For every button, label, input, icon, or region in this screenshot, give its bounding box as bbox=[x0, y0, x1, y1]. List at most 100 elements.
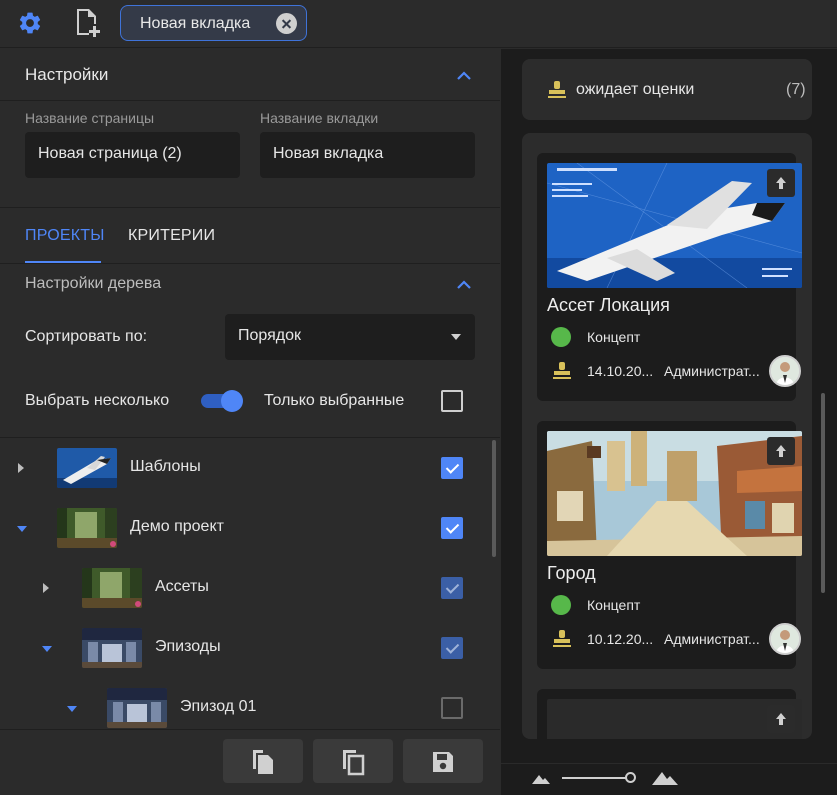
sort-value: Порядок bbox=[238, 327, 302, 344]
tab-criteria[interactable]: КРИТЕРИИ bbox=[128, 227, 215, 245]
tree-footer bbox=[0, 729, 500, 795]
asset-card[interactable]: Город Концепт 10.12.20... Администрат... bbox=[537, 421, 802, 669]
collapse-arrow-icon[interactable] bbox=[67, 706, 77, 712]
copy-icon bbox=[343, 750, 365, 776]
settings-title: Настройки bbox=[25, 65, 109, 84]
multi-select-toggle[interactable] bbox=[201, 390, 245, 412]
avatar[interactable] bbox=[769, 355, 801, 387]
arrow-up-icon bbox=[776, 713, 786, 725]
save-button[interactable] bbox=[403, 739, 483, 783]
caret-down-icon bbox=[451, 334, 461, 340]
tree-row[interactable]: Эпизод 01 bbox=[0, 678, 500, 729]
tree-settings-title: Настройки дерева bbox=[25, 275, 162, 292]
zoom-control bbox=[501, 763, 837, 795]
tree-scrollbar[interactable] bbox=[492, 440, 496, 557]
tree-item-checkbox[interactable] bbox=[441, 577, 463, 599]
tree-row[interactable]: Ассеты bbox=[0, 558, 500, 618]
stamp-icon bbox=[553, 630, 571, 647]
collapse-arrow-icon[interactable] bbox=[42, 646, 52, 652]
zoom-in-icon[interactable] bbox=[651, 768, 679, 786]
tab-new[interactable]: Новая вкладка bbox=[120, 5, 307, 41]
zoom-out-icon[interactable] bbox=[531, 771, 551, 785]
right-panel: ожидает оценки (7) Ассет Локация Концепт… bbox=[501, 49, 837, 795]
card-status: Концепт bbox=[587, 329, 641, 345]
cards-scrollbar[interactable] bbox=[821, 393, 825, 593]
sort-select[interactable]: Порядок bbox=[225, 314, 475, 360]
tab-name-value: Новая вкладка bbox=[273, 145, 384, 162]
shuttle-image bbox=[547, 163, 802, 288]
card-status: Концепт bbox=[587, 597, 641, 613]
upload-button[interactable] bbox=[767, 437, 795, 465]
tree-row[interactable]: Демо проект bbox=[0, 498, 500, 558]
only-selected-checkbox[interactable] bbox=[441, 390, 463, 412]
tab-label: Новая вкладка bbox=[140, 15, 251, 32]
project-tree: Шаблоны Демо проект Ассеты Эпизоды Эпизо… bbox=[0, 437, 500, 729]
page-name-value: Новая страница (2) bbox=[38, 145, 182, 162]
asset-card[interactable] bbox=[537, 689, 802, 739]
top-bar: Новая вкладка bbox=[0, 0, 837, 48]
status-dot bbox=[551, 327, 571, 347]
card-title: Ассет Локация bbox=[547, 295, 670, 315]
toggle-knob bbox=[221, 390, 243, 412]
paste-button[interactable] bbox=[223, 739, 303, 783]
close-icon[interactable] bbox=[276, 13, 297, 34]
zoom-slider-track[interactable] bbox=[562, 777, 630, 779]
expand-arrow-icon[interactable] bbox=[43, 583, 49, 593]
tree-row[interactable]: Шаблоны bbox=[0, 438, 500, 498]
upload-button[interactable] bbox=[767, 705, 795, 733]
project-tabs: ПРОЕКТЫ КРИТЕРИИ bbox=[0, 208, 500, 264]
page-name-field[interactable]: Новая страница (2) bbox=[25, 132, 240, 178]
shuttle-thumbnail bbox=[57, 448, 117, 488]
card-date: 10.12.20... bbox=[587, 631, 654, 647]
status-header[interactable]: ожидает оценки (7) bbox=[522, 59, 812, 120]
city-image bbox=[547, 431, 802, 556]
copy-button[interactable] bbox=[313, 739, 393, 783]
stamp-icon bbox=[553, 362, 571, 379]
tree-item-checkbox[interactable] bbox=[441, 517, 463, 539]
tree-item-label: Шаблоны bbox=[130, 458, 201, 475]
settings-header[interactable]: Настройки bbox=[0, 49, 500, 101]
status-dot bbox=[551, 595, 571, 615]
card-title: Город bbox=[547, 563, 596, 583]
card-assignee: Администрат... bbox=[664, 631, 760, 647]
chevron-up-icon[interactable] bbox=[456, 70, 472, 80]
hall-thumbnail bbox=[107, 688, 167, 728]
forest-thumbnail bbox=[82, 568, 142, 608]
tab-name-label: Название вкладки bbox=[260, 110, 379, 126]
collapse-arrow-icon[interactable] bbox=[17, 526, 27, 532]
page-name-label: Название страницы bbox=[25, 110, 155, 126]
upload-button[interactable] bbox=[767, 169, 795, 197]
status-label: ожидает оценки bbox=[576, 81, 695, 98]
card-date: 14.10.20... bbox=[587, 363, 654, 379]
tab-projects[interactable]: ПРОЕКТЫ bbox=[25, 227, 105, 245]
only-selected-label: Только выбранные bbox=[264, 392, 405, 409]
paste-icon bbox=[253, 750, 273, 774]
left-panel: Настройки Название страницы Новая страни… bbox=[0, 49, 500, 795]
chevron-up-icon[interactable] bbox=[456, 279, 472, 289]
status-count: (7) bbox=[786, 81, 806, 98]
avatar[interactable] bbox=[769, 623, 801, 655]
stamp-icon bbox=[548, 81, 566, 98]
tree-item-checkbox[interactable] bbox=[441, 637, 463, 659]
sort-label: Сортировать по: bbox=[25, 328, 148, 345]
tree-item-checkbox[interactable] bbox=[441, 457, 463, 479]
hall-thumbnail bbox=[82, 628, 142, 668]
arrow-up-icon bbox=[776, 445, 786, 457]
asset-card[interactable]: Ассет Локация Концепт 14.10.20... Админи… bbox=[537, 153, 802, 401]
tab-name-field[interactable]: Новая вкладка bbox=[260, 132, 475, 178]
tree-row[interactable]: Эпизоды bbox=[0, 618, 500, 678]
expand-arrow-icon[interactable] bbox=[18, 463, 24, 473]
zoom-slider-handle[interactable] bbox=[625, 772, 636, 783]
multi-select-label: Выбрать несколько bbox=[25, 392, 170, 409]
add-page-icon[interactable] bbox=[75, 8, 103, 38]
gear-icon[interactable] bbox=[17, 10, 43, 36]
active-tab-indicator bbox=[25, 261, 101, 263]
tree-item-label: Эпизоды bbox=[155, 638, 221, 655]
tree-item-label: Демо проект bbox=[130, 518, 224, 535]
tree-item-label: Эпизод 01 bbox=[180, 698, 257, 715]
tree-item-label: Ассеты bbox=[155, 578, 209, 595]
card-image-placeholder bbox=[547, 699, 802, 739]
tree-item-checkbox[interactable] bbox=[441, 697, 463, 719]
forest-thumbnail bbox=[57, 508, 117, 548]
arrow-up-icon bbox=[776, 177, 786, 189]
